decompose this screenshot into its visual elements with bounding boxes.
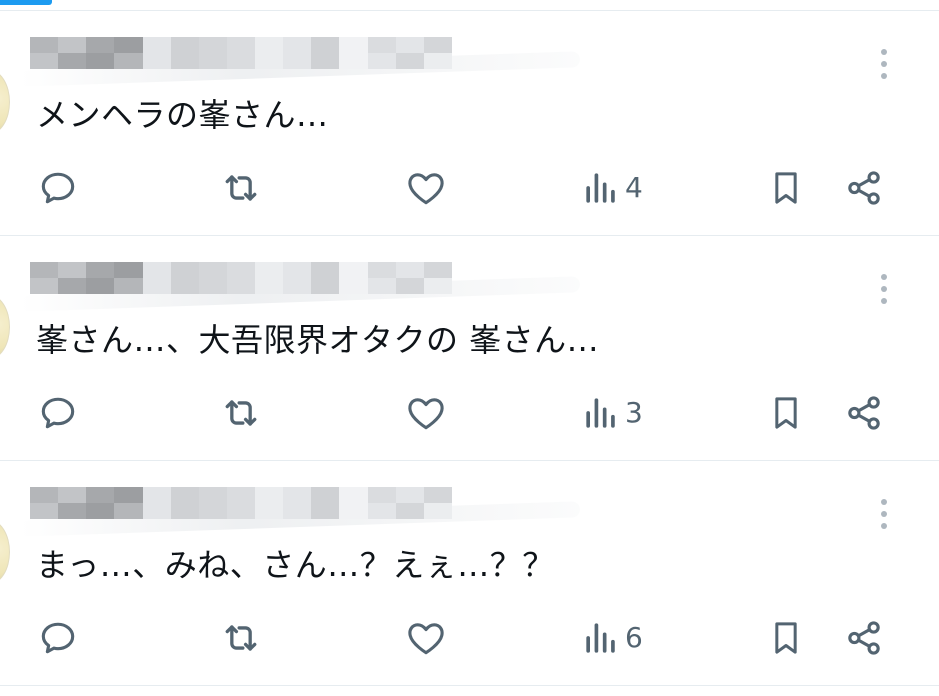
bar-chart-icon	[586, 623, 615, 653]
redacted-username	[30, 487, 452, 519]
views-button[interactable]: 4	[583, 164, 643, 212]
heart-icon	[408, 623, 444, 655]
share-icon	[848, 171, 880, 205]
tweet-text: メンヘラの峯さん…	[36, 96, 329, 134]
retweet-icon	[225, 625, 257, 651]
reply-icon	[41, 397, 75, 429]
more-vertical-icon[interactable]	[872, 44, 896, 84]
like-button[interactable]	[404, 389, 448, 437]
share-button[interactable]	[843, 614, 885, 662]
redacted-username	[30, 262, 452, 294]
retweet-button[interactable]	[217, 164, 265, 212]
reply-icon	[41, 172, 75, 204]
bar-chart-icon	[586, 398, 615, 428]
tweet-actions: 4	[0, 164, 939, 212]
tweet-text: まっ…、みね、さん…？えぇ…？？	[36, 546, 555, 584]
tweet[interactable]: 峯さん…、大吾限界オタクの 峯さん… 3	[0, 236, 939, 461]
share-button[interactable]	[843, 164, 885, 212]
views-button[interactable]: 3	[583, 389, 643, 437]
view-count: 4	[625, 171, 643, 204]
view-count: 6	[625, 621, 643, 654]
tweet-text: 峯さん…、大吾限界オタクの 峯さん…	[36, 321, 600, 359]
bookmark-icon	[775, 622, 797, 654]
heart-icon	[408, 398, 444, 430]
reply-button[interactable]	[36, 164, 80, 212]
avatar[interactable]	[0, 295, 10, 359]
avatar[interactable]	[0, 520, 10, 584]
avatar[interactable]	[0, 70, 10, 134]
view-count: 3	[625, 396, 643, 429]
views-button[interactable]: 6	[583, 614, 643, 662]
bookmark-icon	[775, 172, 797, 204]
bar-chart-icon	[586, 173, 615, 203]
retweet-button[interactable]	[217, 389, 265, 437]
bookmark-button[interactable]	[766, 389, 806, 437]
bookmark-button[interactable]	[766, 614, 806, 662]
retweet-icon	[225, 175, 257, 201]
reply-button[interactable]	[36, 614, 80, 662]
like-button[interactable]	[404, 614, 448, 662]
loading-progress-bar	[0, 0, 52, 5]
tweet-actions: 6	[0, 614, 939, 662]
reply-icon	[41, 622, 75, 654]
more-vertical-icon[interactable]	[872, 269, 896, 309]
share-button[interactable]	[843, 389, 885, 437]
tweet-actions: 3	[0, 389, 939, 437]
retweet-button[interactable]	[217, 614, 265, 662]
share-icon	[848, 621, 880, 655]
more-vertical-icon[interactable]	[872, 494, 896, 534]
redacted-username	[30, 37, 452, 69]
share-icon	[848, 396, 880, 430]
reply-feed: メンヘラの峯さん… 4 峯さん…、大吾限界オタクの 峯さん… 3 まっ…、みね、…	[0, 11, 939, 686]
heart-icon	[408, 173, 444, 205]
tweet[interactable]: まっ…、みね、さん…？えぇ…？？ 6	[0, 461, 939, 686]
bookmark-button[interactable]	[766, 164, 806, 212]
bookmark-icon	[775, 397, 797, 429]
retweet-icon	[225, 400, 257, 426]
reply-button[interactable]	[36, 389, 80, 437]
tweet[interactable]: メンヘラの峯さん… 4	[0, 11, 939, 236]
like-button[interactable]	[404, 164, 448, 212]
